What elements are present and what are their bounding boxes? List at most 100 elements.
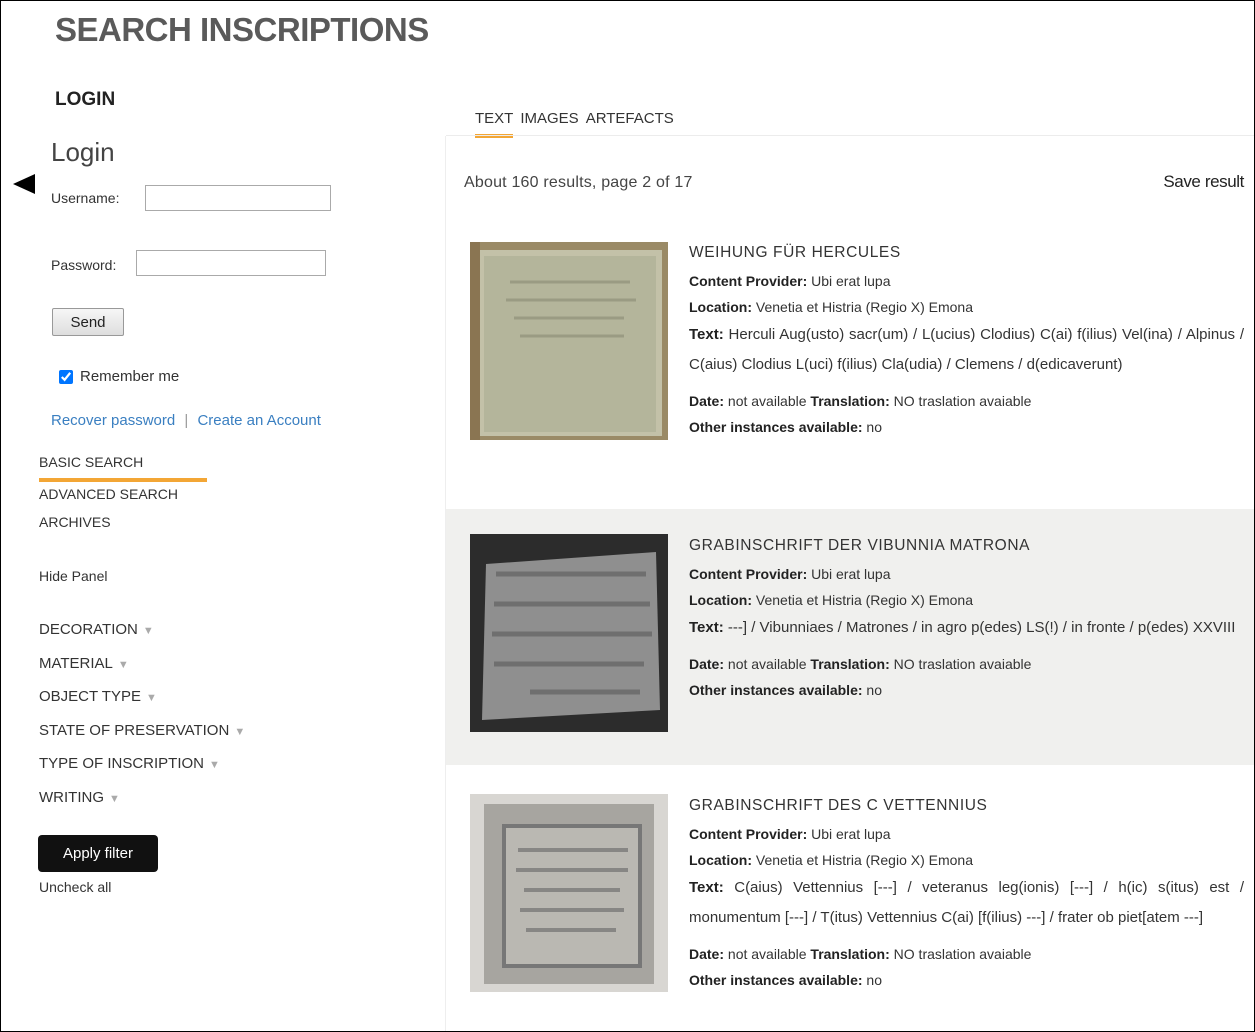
- link-separator: |: [184, 412, 189, 429]
- provider-value: Ubi erat lupa: [811, 566, 891, 582]
- date-label: Date:: [689, 656, 725, 672]
- other-instances-label: Other instances available:: [689, 419, 863, 435]
- provider-value: Ubi erat lupa: [811, 826, 891, 842]
- inscription-thumbnail[interactable]: [470, 794, 668, 992]
- remember-me[interactable]: Remember me: [59, 368, 179, 385]
- filter-label: STATE OF PRESERVATION: [39, 721, 230, 739]
- location-label: Location:: [689, 592, 752, 608]
- result-body: GRABINSCHRIFT DES C VETTENNIUS Content P…: [689, 797, 1244, 993]
- date-label: Date:: [689, 946, 725, 962]
- text-label: Text:: [689, 879, 724, 896]
- result-provider: Content Provider: Ubi erat lupa: [689, 561, 1244, 587]
- username-label: Username:: [51, 190, 120, 206]
- result-text: Text: C(aius) Vettennius [---] / veteran…: [689, 873, 1244, 933]
- location-value: Venetia et Histria (Regio X) Emona: [755, 592, 973, 608]
- filter-label: WRITING: [39, 788, 104, 806]
- filter-object-type[interactable]: OBJECT TYPE ▼: [39, 688, 245, 722]
- result-title[interactable]: GRABINSCHRIFT DER VIBUNNIA MATRONA: [689, 537, 1244, 555]
- uncheck-all-link[interactable]: Uncheck all: [39, 879, 111, 895]
- tab-images[interactable]: IMAGES: [520, 110, 578, 138]
- hide-panel-link[interactable]: Hide Panel: [39, 568, 108, 584]
- account-links: Recover password | Create an Account: [51, 412, 321, 429]
- other-instances-value: no: [866, 972, 882, 988]
- send-button[interactable]: Send: [52, 308, 124, 336]
- result-tabs: TEXT IMAGES ARTEFACTS: [475, 110, 674, 138]
- result-provider: Content Provider: Ubi erat lupa: [689, 821, 1244, 847]
- result-item: GRABINSCHRIFT DER VIBUNNIA MATRONA Conte…: [446, 509, 1254, 765]
- filter-decoration[interactable]: DECORATION ▼: [39, 621, 245, 655]
- result-provider: Content Provider: Ubi erat lupa: [689, 268, 1244, 294]
- translation-label: Translation:: [810, 946, 890, 962]
- nav-basic-search[interactable]: BASIC SEARCH: [39, 454, 207, 482]
- other-instances-value: no: [866, 682, 882, 698]
- nav-archives[interactable]: ARCHIVES: [39, 514, 207, 546]
- tab-text[interactable]: TEXT: [475, 110, 514, 138]
- apply-filter-button[interactable]: Apply filter: [38, 835, 158, 872]
- result-location: Location: Venetia et Histria (Regio X) E…: [689, 847, 1244, 873]
- location-label: Location:: [689, 852, 752, 868]
- chevron-down-icon: ▼: [117, 658, 129, 671]
- login-title: Login: [51, 137, 115, 167]
- chevron-down-icon: ▼: [109, 792, 120, 805]
- result-meta: Date: not available Translation: NO tras…: [689, 651, 1244, 703]
- inscription-thumbnail[interactable]: [470, 534, 668, 732]
- remember-me-label: Remember me: [80, 368, 180, 385]
- filter-material[interactable]: MATERIAL ▼: [39, 655, 245, 689]
- translation-value: NO traslation avaiable: [893, 393, 1032, 409]
- password-input[interactable]: [136, 250, 326, 276]
- filter-list: DECORATION ▼ MATERIAL ▼ OBJECT TYPE ▼ STATE…: [39, 621, 245, 822]
- text-value: C(aius) Vettennius [---] / veteranus leg…: [689, 879, 1244, 926]
- other-instances-value: no: [866, 419, 882, 435]
- date-value: not available: [727, 656, 807, 672]
- result-title[interactable]: GRABINSCHRIFT DES C VETTENNIUS: [689, 797, 1244, 815]
- text-value: Herculi Aug(usto) sacr(um) / L(ucius) Cl…: [689, 326, 1245, 373]
- collapse-panel-arrow-icon[interactable]: [13, 174, 35, 194]
- nav-advanced-search[interactable]: ADVANCED SEARCH: [39, 486, 207, 514]
- result-meta: Date: not available Translation: NO tras…: [689, 941, 1244, 993]
- filter-label: DECORATION: [39, 621, 138, 638]
- filter-label: OBJECT TYPE: [39, 688, 141, 705]
- tab-artefacts[interactable]: ARTEFACTS: [586, 110, 674, 138]
- translation-label: Translation:: [810, 656, 890, 672]
- recover-password-link[interactable]: Recover password: [51, 412, 175, 429]
- filter-label: TYPE OF INSCRIPTION: [39, 755, 205, 772]
- other-instances-label: Other instances available:: [689, 972, 863, 988]
- chevron-down-icon: ▼: [145, 692, 157, 704]
- result-location: Location: Venetia et Histria (Regio X) E…: [689, 587, 1244, 613]
- provider-label: Content Provider:: [689, 273, 808, 289]
- inscription-thumbnail[interactable]: [470, 242, 668, 440]
- location-value: Venetia et Histria (Regio X) Emona: [755, 852, 973, 868]
- create-account-link[interactable]: Create an Account: [197, 412, 320, 429]
- result-meta: Date: not available Translation: NO tras…: [689, 388, 1244, 440]
- filter-label: MATERIAL: [39, 654, 113, 672]
- page-frame: SEARCH INSCRIPTIONS LOGIN Login Username…: [0, 0, 1255, 1032]
- result-text: Text: ---] / Vibunniaes / Matrones / in …: [689, 613, 1244, 643]
- location-label: Location:: [689, 299, 752, 315]
- result-title[interactable]: WEIHUNG FÜR HERCULES: [689, 244, 1244, 262]
- date-value: not available: [727, 393, 807, 409]
- filter-type-of-inscription[interactable]: TYPE OF INSCRIPTION ▼: [39, 755, 245, 789]
- result-location: Location: Venetia et Histria (Regio X) E…: [689, 294, 1244, 320]
- provider-label: Content Provider:: [689, 826, 808, 842]
- translation-value: NO traslation avaiable: [893, 656, 1032, 672]
- results-count: About 160 results, page 2 of 17: [464, 174, 693, 191]
- chevron-down-icon: ▼: [142, 625, 154, 637]
- translation-value: NO traslation avaiable: [893, 946, 1032, 962]
- result-text: Text: Herculi Aug(usto) sacr(um) / L(uci…: [689, 320, 1244, 380]
- filter-writing[interactable]: WRITING ▼: [39, 789, 245, 823]
- result-body: GRABINSCHRIFT DER VIBUNNIA MATRONA Conte…: [689, 537, 1244, 703]
- remember-me-checkbox[interactable]: [59, 369, 73, 384]
- result-body: WEIHUNG FÜR HERCULES Content Provider: U…: [689, 244, 1244, 440]
- password-label: Password:: [51, 257, 117, 273]
- save-result-button[interactable]: Save result: [1163, 172, 1244, 192]
- text-label: Text:: [689, 619, 724, 636]
- login-heading: LOGIN: [55, 89, 116, 110]
- username-input[interactable]: [145, 185, 331, 211]
- page-title: SEARCH INSCRIPTIONS: [55, 11, 429, 48]
- result-item: WEIHUNG FÜR HERCULES Content Provider: U…: [446, 226, 1254, 496]
- chevron-down-icon: ▼: [209, 759, 220, 771]
- text-value: ---] / Vibunniaes / Matrones / in agro p…: [727, 619, 1236, 636]
- text-label: Text:: [689, 326, 724, 343]
- filter-state-of-preservation[interactable]: STATE OF PRESERVATION ▼: [39, 722, 245, 756]
- translation-label: Translation:: [810, 393, 890, 409]
